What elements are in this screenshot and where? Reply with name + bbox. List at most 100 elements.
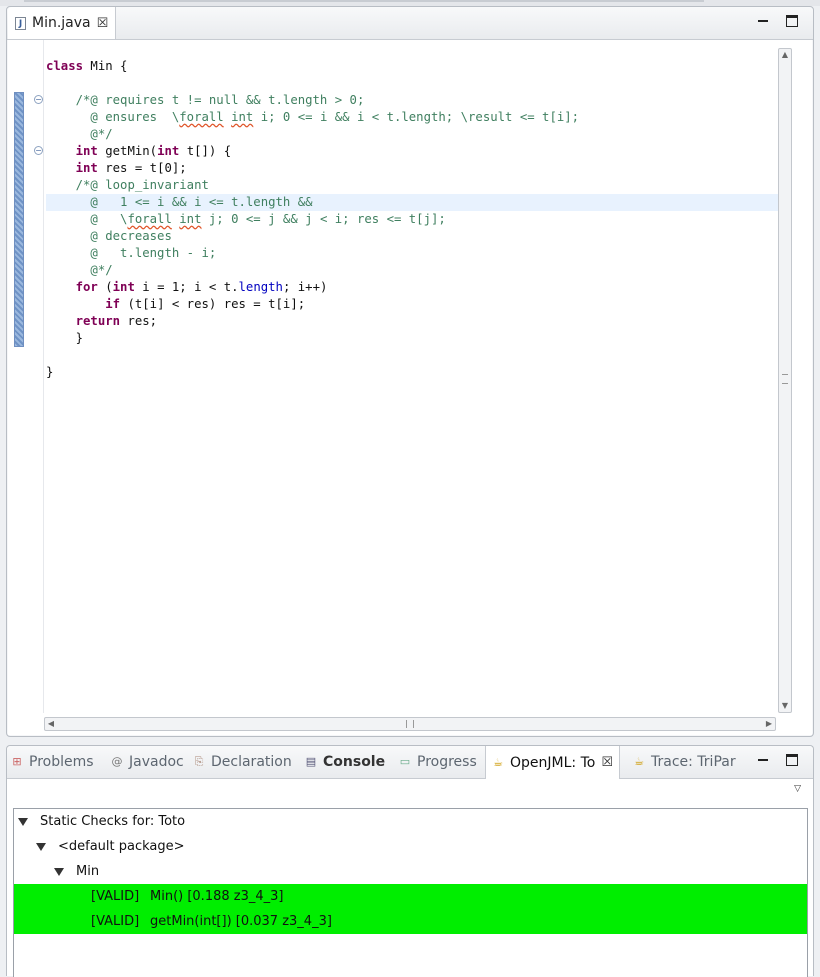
- result-status: [VALID]: [91, 914, 140, 929]
- close-icon[interactable]: ☒: [97, 17, 109, 30]
- tab-declaration[interactable]: ⎘ Declaration: [193, 746, 292, 778]
- tab-label: Trace: TriPar: [651, 754, 736, 770]
- expand-triangle-icon[interactable]: [54, 867, 64, 876]
- at-icon: @: [111, 755, 123, 768]
- code-token: int: [231, 110, 254, 124]
- code-token: int: [179, 212, 202, 226]
- tree-node-class[interactable]: Min: [14, 859, 807, 884]
- code-line[interactable]: @ decreases: [46, 228, 778, 245]
- code-token: /*@ loop_invariant: [75, 178, 209, 192]
- code-token: j; 0 <= j && j < i; res <= t[j];: [201, 212, 446, 226]
- minimize-view-button[interactable]: [757, 754, 769, 766]
- fold-collapse-icon[interactable]: −: [34, 95, 43, 104]
- code-token: i; 0 <= i && i < t.length; \result <= t[…: [253, 110, 580, 124]
- change-ruler-bar: [14, 92, 24, 347]
- result-status: [VALID]: [91, 889, 140, 904]
- vertical-scrollbar[interactable]: ▲ ▼: [778, 48, 792, 713]
- code-token: @ 1 <= i && i <= t.length &&: [46, 195, 313, 209]
- scroll-grip-icon[interactable]: [406, 720, 414, 728]
- tab-trace[interactable]: ☕ Trace: TriPar: [633, 746, 736, 778]
- left-ruler: − −: [8, 40, 44, 713]
- code-token: (t[i] < res) res = t[i];: [120, 297, 306, 311]
- trace-icon: ☕: [634, 755, 644, 768]
- tab-progress[interactable]: ▭ Progress: [399, 746, 477, 778]
- tab-javadoc[interactable]: @ Javadoc: [111, 746, 184, 778]
- code-editor[interactable]: − − class Min { /*@ requires t != null &…: [8, 40, 812, 735]
- code-token: int: [112, 280, 135, 294]
- code-line[interactable]: @ t.length - i;: [46, 245, 778, 262]
- code-line[interactable]: /*@ loop_invariant: [46, 177, 778, 194]
- tab-problems[interactable]: ⊞ Problems: [11, 746, 94, 778]
- code-line[interactable]: if (t[i] < res) res = t[i];: [46, 296, 778, 313]
- code-line[interactable]: @*/: [46, 126, 778, 143]
- code-token: @ decreases: [46, 229, 172, 243]
- scroll-grip-icon[interactable]: [782, 374, 788, 384]
- fold-collapse-icon[interactable]: −: [34, 146, 43, 155]
- tab-label: Javadoc: [129, 754, 184, 770]
- expand-triangle-icon[interactable]: [18, 817, 28, 826]
- code-line[interactable]: @ \forall int j; 0 <= j && j < i; res <=…: [46, 211, 778, 228]
- close-icon[interactable]: ☒: [601, 756, 613, 769]
- scroll-left-icon[interactable]: ◀: [46, 719, 56, 729]
- maximize-editor-button[interactable]: [786, 15, 798, 27]
- code-line[interactable]: class Min {: [46, 58, 778, 75]
- code-line[interactable]: [46, 75, 778, 92]
- expand-triangle-icon[interactable]: [36, 842, 46, 851]
- code-line[interactable]: int res = t[0];: [46, 160, 778, 177]
- code-token: i = 1; i < t.: [134, 280, 239, 294]
- editor-panel: J Min.java ☒ − − class Min { /*@ require…: [6, 6, 814, 737]
- maximize-view-button[interactable]: [786, 754, 798, 766]
- bottom-view-panel: ⊞ Problems @ Javadoc ⎘ Declaration ▤ Console…: [6, 745, 814, 977]
- code-line[interactable]: int getMin(int t[]) {: [46, 143, 778, 160]
- scroll-up-icon[interactable]: ▲: [780, 50, 790, 60]
- code-line[interactable]: }: [46, 330, 778, 347]
- code-token: t[]) {: [179, 144, 232, 158]
- code-token: forall: [179, 110, 224, 124]
- progress-icon: ▭: [399, 755, 411, 768]
- horizontal-scrollbar[interactable]: ◀ ▶: [44, 717, 776, 731]
- code-token: Min {: [83, 59, 128, 73]
- view-menu-chevron-icon[interactable]: ▽: [794, 784, 801, 794]
- tree-node-package[interactable]: <default package>: [14, 834, 807, 859]
- tab-openjml[interactable]: ☕ OpenJML: To ☒: [485, 746, 620, 779]
- tab-label: Problems: [29, 754, 94, 770]
- editor-tab-min-java[interactable]: J Min.java ☒: [8, 7, 116, 39]
- code-token: (: [97, 280, 113, 294]
- code-token: @*/: [46, 127, 113, 141]
- tab-label: Progress: [417, 754, 477, 770]
- tab-label: Declaration: [211, 754, 292, 770]
- editor-tab-row: J Min.java ☒: [7, 7, 813, 40]
- code-token: if: [105, 297, 121, 311]
- code-token: }: [46, 331, 84, 345]
- tab-label: Console: [323, 754, 386, 770]
- code-line[interactable]: return res;: [46, 313, 778, 330]
- code-text[interactable]: class Min { /*@ requires t != null && t.…: [46, 58, 778, 381]
- tree-result-row[interactable]: [VALID] Min() [0.188 z3_4_3]: [14, 884, 807, 909]
- code-token: class: [46, 59, 84, 73]
- editor-tab-label: Min.java: [32, 15, 91, 31]
- tab-label: OpenJML: To: [510, 754, 596, 771]
- code-line[interactable]: @ 1 <= i && i <= t.length &&: [46, 194, 778, 211]
- scroll-right-icon[interactable]: ▶: [764, 719, 774, 729]
- minimize-editor-button[interactable]: [757, 15, 769, 27]
- code-token: return: [75, 314, 121, 328]
- tree-node-root[interactable]: Static Checks for: Toto: [14, 809, 807, 834]
- static-checks-tree[interactable]: Static Checks for: Toto <default package…: [13, 808, 808, 977]
- code-line[interactable]: for (int i = 1; i < t.length; i++): [46, 279, 778, 296]
- scroll-down-icon[interactable]: ▼: [780, 701, 790, 711]
- tab-console[interactable]: ▤ Console: [305, 746, 385, 778]
- code-line[interactable]: }: [46, 364, 778, 381]
- code-line[interactable]: @*/: [46, 262, 778, 279]
- openjml-icon: ☕: [493, 755, 503, 769]
- code-line[interactable]: [46, 347, 778, 364]
- code-token: @*/: [46, 263, 113, 277]
- console-icon: ▤: [305, 755, 317, 768]
- tree-result-row[interactable]: [VALID] getMin(int[]) [0.037 z3_4_3]: [14, 909, 807, 934]
- code-line[interactable]: @ ensures \forall int i; 0 <= i && i < t…: [46, 109, 778, 126]
- code-line[interactable]: /*@ requires t != null && t.length > 0;: [46, 92, 778, 109]
- code-token: @ t.length - i;: [46, 246, 217, 260]
- tree-package-label: <default package>: [58, 839, 185, 854]
